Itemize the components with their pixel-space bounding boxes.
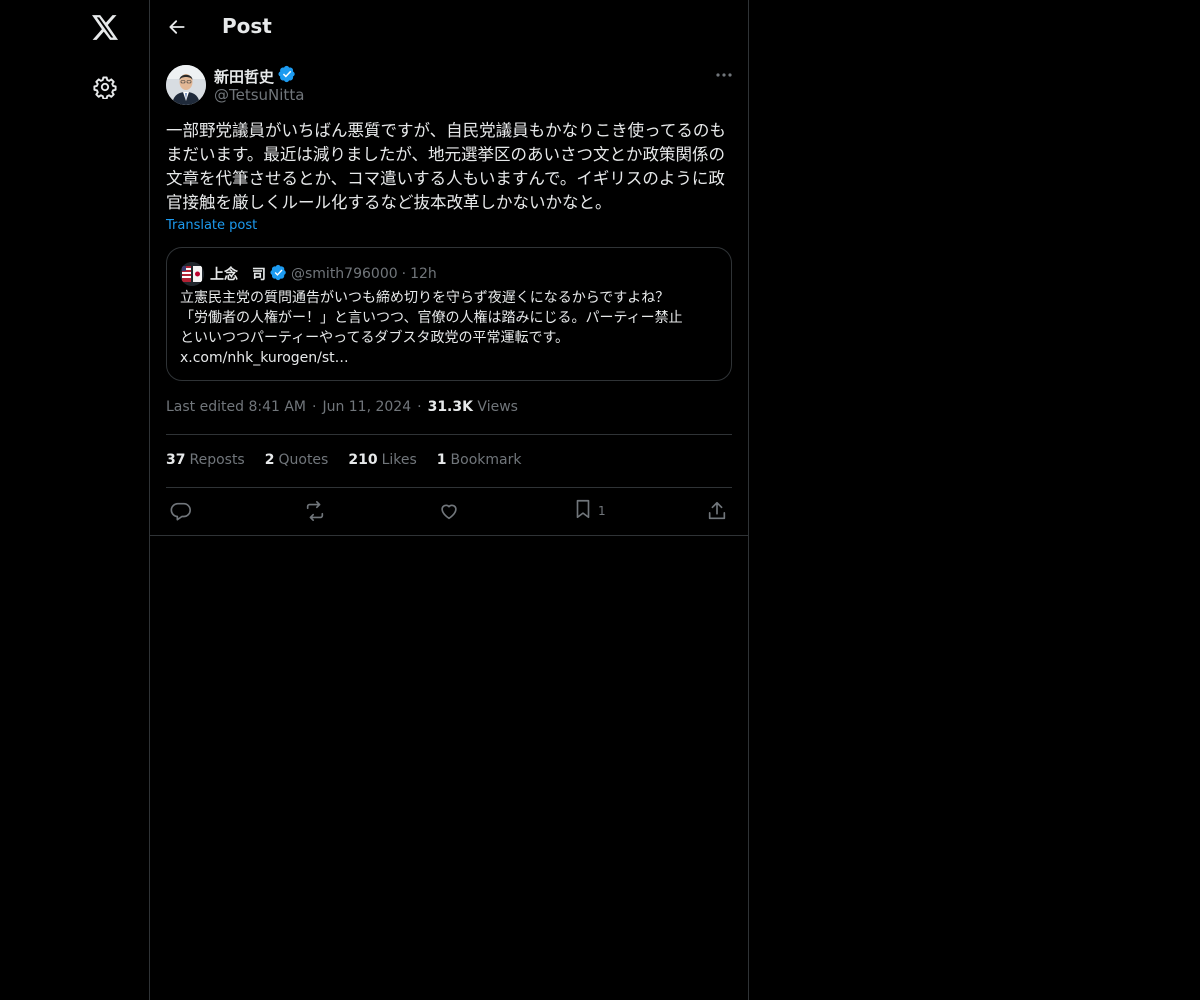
- separator-dot: ·: [312, 399, 317, 415]
- arrow-left-icon[interactable]: [162, 12, 192, 42]
- bookmarks-count: 1: [436, 452, 447, 468]
- likes-label: Likes: [381, 452, 417, 468]
- engagement-stats: 37 Reposts 2 Quotes 210 Likes 1 Bookmark: [166, 452, 521, 468]
- quoted-text-line: 立憲民主党の質問通告がいつも締め切りを守らず夜遅くになるからですよね？: [180, 290, 670, 306]
- reposts-count: 37: [166, 452, 186, 468]
- heart-icon[interactable]: [438, 496, 460, 526]
- reposts-label: Reposts: [189, 452, 245, 468]
- likes-stat[interactable]: 210 Likes: [348, 452, 416, 468]
- bookmarks-label: Bookmark: [450, 452, 522, 468]
- reply-icon[interactable]: [170, 496, 192, 526]
- post-date[interactable]: Jun 11, 2024: [322, 399, 411, 415]
- author-handle[interactable]: @TetsuNitta: [214, 86, 304, 104]
- main-column: Post 新田哲史 @TetsuNitta 一部野党議員がいちばん悪質ですが、自…: [149, 0, 749, 1000]
- quotes-label: Quotes: [278, 452, 329, 468]
- post-meta: Last edited 8:41 AM · Jun 11, 2024 · 31.…: [166, 399, 518, 415]
- left-nav: [0, 0, 149, 1000]
- verified-badge-icon: [270, 264, 287, 285]
- separator-dot: ·: [401, 266, 407, 282]
- avatar[interactable]: [166, 65, 206, 105]
- divider: [166, 434, 732, 435]
- quoted-author-name: 上念 司: [210, 267, 266, 283]
- author-name-row: 新田哲史: [214, 65, 296, 87]
- bookmark-count: 1: [598, 504, 606, 518]
- translate-post-link[interactable]: Translate post: [166, 218, 257, 233]
- quoted-text-line: といいつつパーティーやってるダブスタ政党の平常運転です。: [180, 330, 570, 346]
- repost-icon[interactable]: [303, 496, 327, 526]
- page-title: Post: [222, 14, 272, 38]
- x-logo-icon[interactable]: [88, 10, 122, 44]
- quoted-author-handle: @smith796000: [291, 266, 398, 282]
- bookmark-icon: [572, 498, 594, 524]
- action-bar: 1: [166, 496, 732, 526]
- quoted-avatar: [180, 262, 204, 286]
- post-author: 新田哲史 @TetsuNitta: [166, 65, 734, 107]
- verified-badge-icon: [278, 65, 296, 87]
- divider: [150, 535, 748, 536]
- quoted-post[interactable]: 上念 司 @smith796000 · 12h 立憲民主党の質問通告がいつも締め…: [166, 247, 732, 381]
- divider: [166, 487, 732, 488]
- quoted-post-text: 立憲民主党の質問通告がいつも締め切りを守らず夜遅くになるからですよね？ 「労働者…: [180, 288, 722, 368]
- header-bar: Post: [150, 0, 748, 53]
- views-count: 31.3K: [427, 399, 473, 415]
- quotes-stat[interactable]: 2 Quotes: [265, 452, 329, 468]
- bookmarks-stat[interactable]: 1 Bookmark: [437, 452, 522, 468]
- quotes-count: 2: [264, 452, 275, 468]
- post-text: 一部野党議員がいちばん悪質ですが、自民党議員もかなりこき使ってるのもまだいます。…: [166, 121, 726, 212]
- share-icon[interactable]: [706, 496, 728, 526]
- quoted-post-time: 12h: [410, 266, 437, 282]
- bookmark-button[interactable]: 1: [572, 496, 606, 526]
- gear-icon[interactable]: [89, 71, 121, 103]
- quoted-post-header: 上念 司 @smith796000 · 12h: [180, 262, 437, 286]
- quoted-link[interactable]: x.com/nhk_kurogen/st…: [180, 348, 722, 368]
- author-name[interactable]: 新田哲史: [214, 66, 274, 87]
- more-options-icon[interactable]: [714, 65, 734, 85]
- likes-count: 210: [348, 452, 378, 468]
- separator-dot: ·: [417, 399, 422, 415]
- quoted-text-line: 「労働者の人権がー！」と言いつつ、官僚の人権は踏みにじる。パーティー禁止: [180, 310, 683, 326]
- edited-label[interactable]: Last edited 8:41 AM: [166, 399, 306, 415]
- reposts-stat[interactable]: 37 Reposts: [166, 452, 245, 468]
- views-label: Views: [477, 399, 518, 415]
